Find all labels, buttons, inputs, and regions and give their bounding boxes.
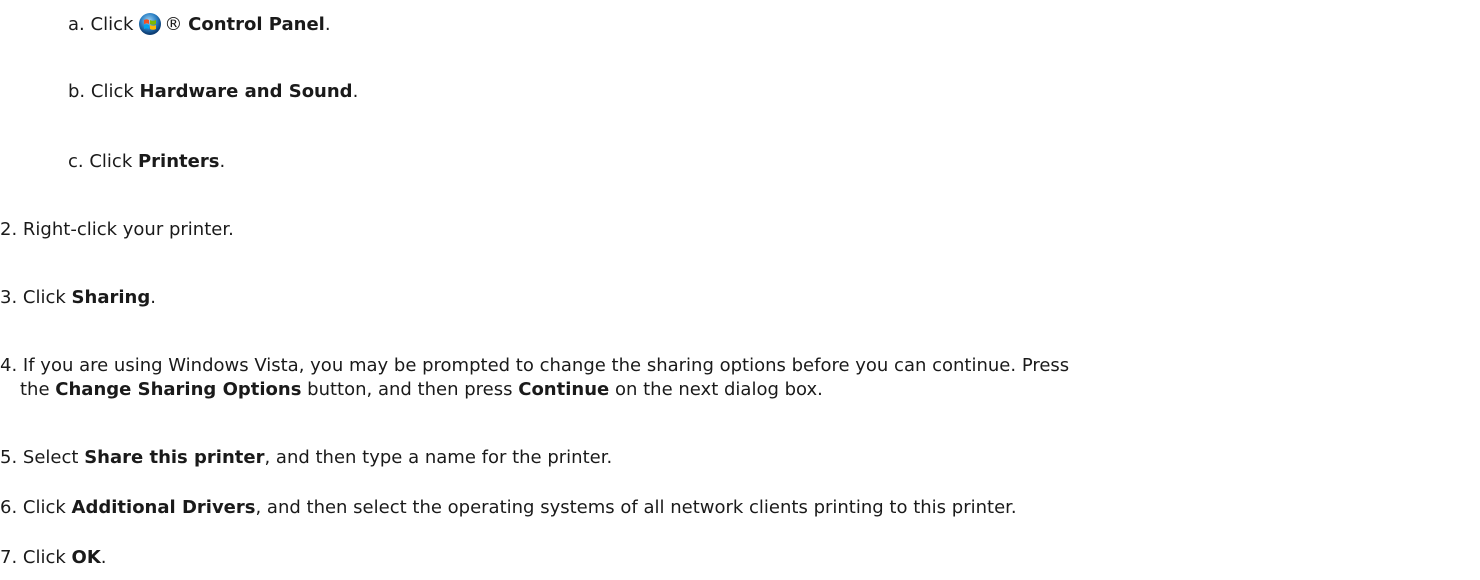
step-5: 5. Select Share this printer, and then t… [0,446,612,470]
step-text: Right-click your printer. [22,219,234,240]
ui-term-continue: Continue [518,379,610,400]
step-text: Click [22,287,66,308]
step-7: 7. Click OK. [0,546,107,570]
step-text: Click [22,497,66,518]
step-6: 6. Click Additional Drivers, and then se… [0,496,1017,520]
ui-term-sharing: Sharing [71,287,151,308]
step-text: , and then select the operating systems … [255,497,1017,518]
substep-marker: b. [68,81,86,102]
ui-term-control-panel: Control Panel [188,14,325,35]
substep-text: Click [90,14,134,35]
step-marker: 5. [0,447,18,468]
substep-punct: . [219,151,226,172]
substep-b: b. Click Hardware and Sound. [68,80,358,104]
step-punct: . [150,287,156,308]
step-marker: 4. [0,355,18,376]
step-text: button, and then press [307,379,513,400]
substep-text: Click [89,151,133,172]
ui-term-printers: Printers [137,151,220,172]
step-4-continuation: the Change Sharing Options button, and t… [0,378,1475,402]
registered-mark: ® [164,14,183,35]
step-text: , and then type a name for the printer. [264,447,613,468]
ui-term-ok: OK [71,547,101,568]
windows-start-orb-icon [137,12,163,36]
substep-marker: a. [68,14,85,35]
step-4: 4. If you are using Windows Vista, you m… [0,354,1475,402]
step-2: 2. Right-click your printer. [0,218,234,242]
substep-c: c. Click Printers. [68,150,225,174]
ui-term-additional-drivers: Additional Drivers [71,497,256,518]
substep-text: Click [90,81,134,102]
substep-punct: . [352,81,359,102]
step-marker: 2. [0,219,18,240]
step-text: Select [22,447,79,468]
step-marker: 6. [0,497,18,518]
substep-a: a. Click ® Control Panel. [68,12,331,37]
step-3: 3. Click Sharing. [0,286,156,310]
ui-term-change-sharing-options: Change Sharing Options [55,379,302,400]
step-text: on the next dialog box. [614,379,823,400]
step-text: If you are using Windows Vista, you may … [22,355,1070,376]
ui-term-share-this-printer: Share this printer [84,447,265,468]
ui-term-hardware-and-sound: Hardware and Sound [139,81,353,102]
step-text: the [20,379,50,400]
substep-punct: . [324,14,331,35]
step-marker: 3. [0,287,18,308]
step-punct: . [100,547,107,568]
substep-marker: c. [68,151,84,172]
step-marker: 7. [0,547,18,568]
step-text: Click [22,547,66,568]
